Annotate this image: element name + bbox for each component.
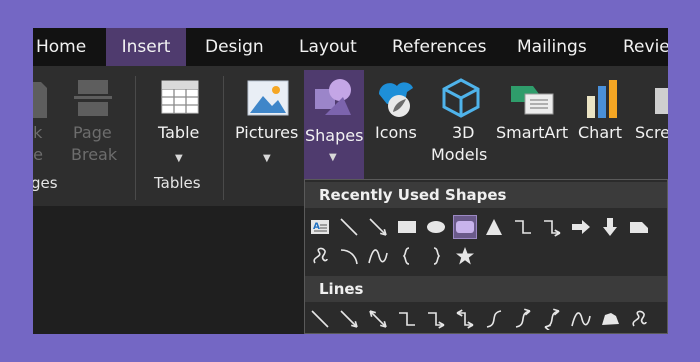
chart-button[interactable]: Chart [573,78,629,170]
group-separator [135,76,136,200]
rectangle-icon[interactable] [396,216,418,238]
table-button[interactable]: Table ▼ [151,78,209,170]
tables-group-label: Tables [154,174,201,192]
pictures-dropdown-caret: ▼ [263,153,271,164]
freeform-shape-icon[interactable] [599,308,621,330]
line-icon[interactable] [309,308,331,330]
table-dropdown-caret: ▼ [175,153,183,164]
smartart-button[interactable]: SmartArt [493,78,571,170]
icons-label: Icons [375,123,417,142]
right-arrow-icon[interactable] [570,216,592,238]
rounded-rectangle-icon[interactable] [453,215,477,239]
tab-review[interactable]: Review [623,28,668,66]
double-arrow-line-icon[interactable] [367,308,389,330]
screenshot-icon [655,88,668,114]
pages-group-label: ges [33,174,58,192]
page-break-icon [74,80,112,116]
tab-home[interactable]: Home [33,28,96,66]
oval-icon[interactable] [425,216,447,238]
curved-arrow-connector-icon[interactable] [512,308,534,330]
star-icon[interactable] [454,245,476,267]
blank-page-icon [33,82,47,118]
elbow-connector-icon[interactable] [512,216,534,238]
curve-icon[interactable] [570,308,592,330]
pictures-button[interactable]: Pictures ▼ [235,78,301,170]
line-icon[interactable] [338,216,360,238]
down-arrow-icon[interactable] [599,216,621,238]
lines-heading: Lines [305,276,667,302]
smartart-icon [511,86,554,115]
elbow-arrow-connector-icon[interactable] [541,216,563,238]
screenshot-button[interactable]: Scre [633,78,668,170]
tab-layout[interactable]: Layout [299,28,357,66]
page-break-label-1: Page [73,123,112,142]
text-box-icon[interactable]: A [309,216,331,238]
curved-double-arrow-connector-icon[interactable] [541,308,563,330]
smartart-label: SmartArt [496,123,569,142]
isosceles-triangle-icon[interactable] [483,216,505,238]
3d-models-button[interactable]: 3D Models [431,78,491,170]
icons-icon [379,82,413,117]
word-window: Home Insert Design Layout References Mai… [33,28,668,334]
curve-icon[interactable] [367,245,389,267]
tab-design[interactable]: Design [205,28,264,66]
shapes-dropdown-caret: ▼ [329,152,337,163]
freeform-scribble-icon[interactable] [628,308,650,330]
page-break-button[interactable]: Page Break [71,78,117,170]
blank-page-button[interactable]: nk ge [33,78,55,170]
ribbon-tab-bar: Home Insert Design Layout References Mai… [33,28,668,66]
shapes-label: Shapes [305,126,364,145]
snip-rectangle-icon[interactable] [628,216,650,238]
3d-models-label-1: 3D [452,123,475,142]
blank-page-label-1: nk [33,123,43,142]
table-label: Table [158,123,200,142]
blank-page-label-2: ge [33,145,43,164]
shapes-gallery-dropdown: Recently Used Shapes A Lines [304,179,668,334]
picture-icon [247,80,289,116]
recently-used-shapes-heading: Recently Used Shapes [305,182,667,208]
tab-insert[interactable]: Insert [106,28,186,66]
chart-label: Chart [578,123,622,142]
elbow-double-arrow-connector-icon[interactable] [454,308,476,330]
curved-connector-icon[interactable] [483,308,505,330]
shapes-icon [315,79,351,115]
screenshot-label: Scre [635,123,668,142]
elbow-arrow-connector-icon[interactable] [425,308,447,330]
left-brace-icon[interactable] [396,245,418,267]
page-break-label-2: Break [71,145,118,164]
arrow-line-icon[interactable] [367,216,389,238]
3d-models-label-2: Models [431,145,488,164]
arc-icon[interactable] [338,245,360,267]
table-icon [161,80,199,114]
chart-icon [587,80,617,118]
elbow-connector-icon[interactable] [396,308,418,330]
tab-mailings[interactable]: Mailings [517,28,587,66]
3d-cube-icon [442,78,480,118]
group-separator [223,76,224,200]
pictures-label: Pictures [235,123,299,142]
freeform-scribble-icon[interactable] [309,245,331,267]
icons-button[interactable]: Icons [369,78,421,170]
tab-references[interactable]: References [392,28,486,66]
right-brace-icon[interactable] [425,245,447,267]
arrow-line-icon[interactable] [338,308,360,330]
